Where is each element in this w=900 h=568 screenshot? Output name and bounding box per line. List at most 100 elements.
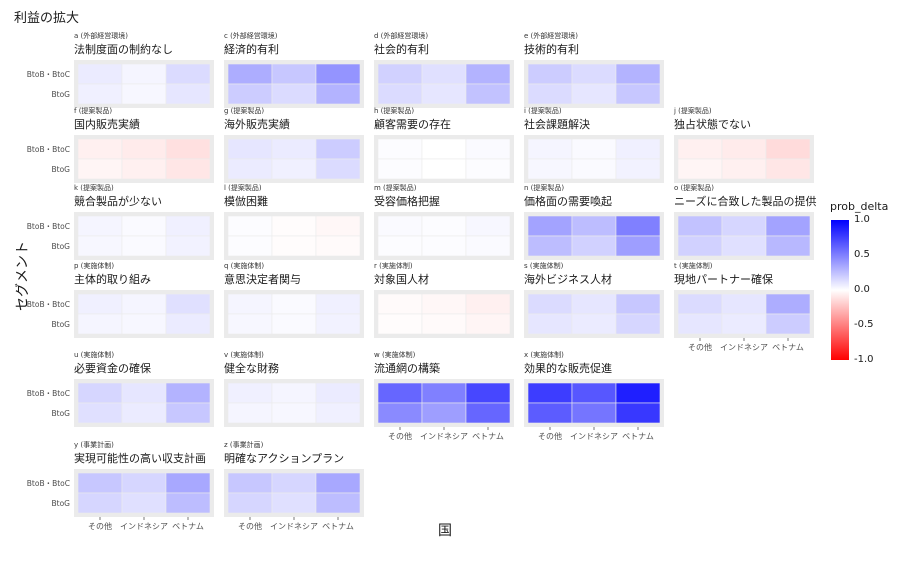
panel-tag: e (外部経営環境): [524, 31, 578, 40]
x-tick-label: その他: [238, 521, 262, 531]
heatmap-cell: [271, 472, 317, 494]
panel-name: 競合製品が少ない: [74, 194, 162, 208]
heatmap-cell: [377, 83, 423, 105]
panel-name: 意思決定者関与: [224, 272, 301, 286]
y-tick-label: BtoG: [52, 409, 71, 418]
heatmap-cell: [721, 158, 767, 180]
heatmap-cell: [227, 313, 273, 335]
heatmap-cell: [121, 382, 167, 404]
panel-name: 明確なアクションプラン: [224, 451, 344, 465]
heatmap-cell: [677, 215, 723, 237]
heatmap-cell: [465, 215, 511, 237]
panel-name: 法制度面の制約なし: [74, 42, 173, 56]
heatmap-cell: [315, 215, 361, 237]
heatmap-cell: [421, 83, 467, 105]
heatmap-cell: [315, 235, 361, 257]
heatmap-cell: [465, 158, 511, 180]
heatmap-cell: [571, 83, 617, 105]
heatmap-cell: [77, 402, 123, 424]
heatmap-cell: [615, 293, 661, 315]
y-tick-label: BtoB・BtoC: [27, 389, 70, 398]
heatmap-cell: [121, 313, 167, 335]
x-tick-label: インドネシア: [570, 432, 618, 441]
heatmap-cell: [271, 158, 317, 180]
legend-tick: 1.0: [854, 214, 870, 225]
y-axis-title: セグメント: [15, 241, 31, 311]
heatmap-cell: [77, 472, 123, 494]
panel-name: 実現可能性の高い収支計画: [74, 451, 206, 465]
heatmap-cell: [615, 402, 661, 424]
heatmap-cell: [465, 63, 511, 85]
panel-name: 現地パートナー確保: [674, 272, 773, 286]
heatmap-cell: [527, 63, 573, 85]
heatmap-cell: [271, 492, 317, 514]
heatmap-cell: [271, 63, 317, 85]
heatmap-cell: [377, 293, 423, 315]
y-tick-label: BtoG: [52, 320, 71, 329]
heatmap-cell: [465, 382, 511, 404]
x-tick-label: その他: [388, 431, 412, 441]
x-axis-title: 国: [438, 523, 452, 539]
heatmap-cell: [421, 215, 467, 237]
x-tick-label: その他: [688, 342, 712, 352]
panel-tag: k (提案製品): [74, 183, 114, 192]
heatmap-cell: [271, 215, 317, 237]
heatmap-cell: [315, 382, 361, 404]
heatmap-cell: [315, 472, 361, 494]
heatmap-cell: [77, 313, 123, 335]
color-legend: prob_delta 1.0 0.5 0.0 -0.5 -1.0: [830, 200, 900, 370]
heatmap-cell: [121, 138, 167, 160]
heatmap-cell: [615, 158, 661, 180]
heatmap-cell: [615, 83, 661, 105]
heatmap-cell: [765, 215, 811, 237]
heatmap-cell: [271, 382, 317, 404]
heatmap-cell: [315, 83, 361, 105]
heatmap-cell: [465, 235, 511, 257]
heatmap-cell: [677, 158, 723, 180]
heatmap-cell: [315, 63, 361, 85]
panel-tag: a (外部経営環境): [74, 31, 128, 40]
panel-tag: l (提案製品): [224, 183, 262, 192]
panel-tag: c (外部経営環境): [224, 31, 278, 40]
legend-tick: -1.0: [854, 354, 874, 365]
heatmap-cell: [227, 83, 273, 105]
heatmap-cell: [227, 402, 273, 424]
y-tick-label: BtoB・BtoC: [27, 479, 70, 488]
heatmap-cell: [121, 472, 167, 494]
heatmap-cell: [315, 158, 361, 180]
heatmap-cell: [571, 313, 617, 335]
heatmap-cell: [615, 382, 661, 404]
heatmap-cell: [227, 293, 273, 315]
panel-tag: m (提案製品): [374, 183, 417, 192]
heatmap-cell: [677, 138, 723, 160]
heatmap-cell: [315, 402, 361, 424]
panel-name: 顧客需要の存在: [374, 117, 451, 131]
panel-tag: p (実施体制): [74, 261, 114, 270]
heatmap-cell: [165, 313, 211, 335]
heatmap-cell: [571, 235, 617, 257]
heatmap-cell: [721, 293, 767, 315]
heatmap-cell: [77, 215, 123, 237]
heatmap-cell: [765, 138, 811, 160]
y-tick-label: BtoB・BtoC: [27, 222, 70, 231]
heatmap-cell: [571, 382, 617, 404]
heatmap-cell: [721, 215, 767, 237]
heatmap-cell: [77, 138, 123, 160]
heatmap-cell: [121, 215, 167, 237]
heatmap-cell: [465, 293, 511, 315]
panel-tag: s (実施体制): [524, 261, 564, 270]
panel-name: 国内販売実績: [74, 117, 140, 131]
x-tick-label: ベトナム: [322, 522, 354, 531]
heatmap-cell: [527, 235, 573, 257]
heatmap-cell: [165, 293, 211, 315]
heatmap-cell: [77, 63, 123, 85]
heatmap-cell: [527, 83, 573, 105]
legend-title: prob_delta: [830, 200, 889, 213]
heatmap-cell: [271, 83, 317, 105]
heatmap-cell: [377, 215, 423, 237]
heatmap-cell: [527, 215, 573, 237]
facet-heatmap-grid: a (外部経営環境) 法制度面の制約なし BtoB・BtoC BtoG c (外部経営環…: [27, 31, 817, 531]
x-tick-label: その他: [538, 431, 562, 441]
heatmap-cell: [421, 235, 467, 257]
panel-name: 必要資金の確保: [74, 361, 151, 375]
